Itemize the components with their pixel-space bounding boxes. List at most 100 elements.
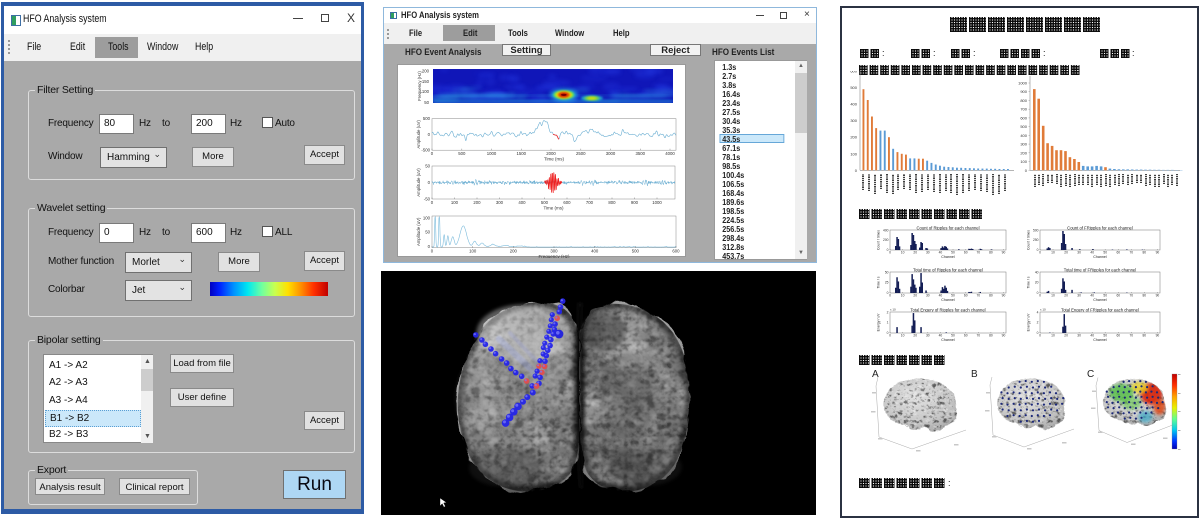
svg-text:50: 50 xyxy=(425,229,430,234)
svg-text:B: B xyxy=(971,369,978,380)
svg-text:Count of Ripples for each chan: Count of Ripples for each channel xyxy=(916,226,979,230)
svg-text:40: 40 xyxy=(1090,294,1094,298)
svg-text:10: 10 xyxy=(1051,294,1055,298)
svg-text:100: 100 xyxy=(423,216,431,221)
svg-text:Total Engery of Ripples for ea: Total Engery of Ripples for each channel xyxy=(910,308,985,312)
svg-text:0: 0 xyxy=(1037,291,1039,295)
svg-text:25: 25 xyxy=(885,281,889,285)
svg-text:400: 400 xyxy=(850,102,857,107)
svg-text:100: 100 xyxy=(451,200,459,205)
svg-text:500: 500 xyxy=(458,151,466,156)
svg-text:250: 250 xyxy=(1033,238,1039,242)
svg-text:1500: 1500 xyxy=(517,151,527,156)
svg-text:3000: 3000 xyxy=(606,151,616,156)
svg-text:90: 90 xyxy=(1002,294,1006,298)
svg-text:700: 700 xyxy=(586,200,594,205)
svg-text:50: 50 xyxy=(424,100,429,105)
svg-text:60: 60 xyxy=(1116,251,1120,255)
svg-text:200: 200 xyxy=(422,69,430,74)
svg-text:3500: 3500 xyxy=(636,151,646,156)
svg-text:30: 30 xyxy=(1077,294,1081,298)
svg-text:300: 300 xyxy=(496,200,504,205)
svg-text:60: 60 xyxy=(1116,334,1120,338)
svg-text:Energy / uV: Energy / uV xyxy=(877,313,881,331)
svg-text:Channel: Channel xyxy=(941,298,955,302)
svg-text:80: 80 xyxy=(989,334,993,338)
svg-text:x 10: x 10 xyxy=(1040,308,1046,312)
svg-text:60: 60 xyxy=(964,334,968,338)
svg-text:Frequency (Hz): Frequency (Hz) xyxy=(417,71,422,101)
svg-text:600: 600 xyxy=(1020,115,1027,120)
svg-text:x 10: x 10 xyxy=(890,308,896,312)
svg-text:2: 2 xyxy=(1037,321,1039,325)
svg-text:100: 100 xyxy=(469,249,477,254)
svg-text:0: 0 xyxy=(887,291,889,295)
svg-text:300: 300 xyxy=(1020,142,1027,147)
svg-text:400: 400 xyxy=(591,249,599,254)
svg-text:1000: 1000 xyxy=(487,151,497,156)
svg-text:C: C xyxy=(1087,369,1094,380)
svg-text:40: 40 xyxy=(939,334,943,338)
svg-text:700: 700 xyxy=(1020,107,1027,112)
svg-text:-500: -500 xyxy=(421,148,430,153)
svg-text:-50: -50 xyxy=(424,197,431,202)
svg-text:50: 50 xyxy=(425,164,430,169)
svg-text:50: 50 xyxy=(951,294,955,298)
svg-text:400: 400 xyxy=(1020,133,1027,138)
svg-text:Time (ms): Time (ms) xyxy=(544,157,565,162)
svg-text:80: 80 xyxy=(1142,251,1146,255)
svg-text:500: 500 xyxy=(423,116,431,121)
svg-text:Total time of FRipples for eac: Total time of FRipples for each channel xyxy=(1064,268,1136,272)
svg-text:Energy / uV: Energy / uV xyxy=(1027,313,1031,331)
svg-text:Channel: Channel xyxy=(1093,298,1107,302)
svg-text:20: 20 xyxy=(1064,251,1068,255)
svg-text:30: 30 xyxy=(1077,334,1081,338)
svg-text:Channel: Channel xyxy=(1093,338,1107,342)
svg-text:400: 400 xyxy=(883,229,889,233)
svg-text:70: 70 xyxy=(1129,294,1133,298)
svg-text:4000: 4000 xyxy=(665,151,675,156)
svg-text:200: 200 xyxy=(883,238,889,242)
svg-text:400: 400 xyxy=(518,200,526,205)
svg-text:Count / times: Count / times xyxy=(877,230,881,250)
svg-text:40: 40 xyxy=(1090,334,1094,338)
svg-text:20: 20 xyxy=(913,251,917,255)
svg-text:900: 900 xyxy=(631,200,639,205)
svg-text:800: 800 xyxy=(608,200,616,205)
svg-text:50: 50 xyxy=(1103,251,1107,255)
svg-text:Amplitude (uV): Amplitude (uV) xyxy=(416,120,421,149)
svg-text:100: 100 xyxy=(422,89,430,94)
svg-text:60: 60 xyxy=(964,294,968,298)
svg-text:Channel: Channel xyxy=(941,338,955,342)
svg-text:0: 0 xyxy=(887,248,889,252)
svg-text:10: 10 xyxy=(1051,334,1055,338)
svg-text:20: 20 xyxy=(913,294,917,298)
svg-text:200: 200 xyxy=(850,135,857,140)
svg-text:0: 0 xyxy=(1037,248,1039,252)
svg-text:0: 0 xyxy=(428,132,431,137)
svg-text:90: 90 xyxy=(1156,334,1160,338)
svg-text:150: 150 xyxy=(422,79,430,84)
svg-text:0: 0 xyxy=(431,151,434,156)
svg-text:40: 40 xyxy=(939,251,943,255)
svg-text:20: 20 xyxy=(913,334,917,338)
svg-text:30: 30 xyxy=(926,294,930,298)
svg-text:20: 20 xyxy=(1064,334,1068,338)
svg-text:60: 60 xyxy=(1116,294,1120,298)
svg-text:100: 100 xyxy=(850,151,857,156)
svg-text:Total time of Ripples for each: Total time of Ripples for each channel xyxy=(913,268,983,272)
svg-text:70: 70 xyxy=(1129,334,1133,338)
svg-text:4: 4 xyxy=(1037,311,1039,315)
svg-text:90: 90 xyxy=(1156,251,1160,255)
svg-text:300: 300 xyxy=(850,118,857,123)
svg-text:30: 30 xyxy=(926,334,930,338)
svg-text:0: 0 xyxy=(428,180,431,185)
svg-text:200: 200 xyxy=(510,249,518,254)
svg-text:50: 50 xyxy=(1103,334,1107,338)
svg-text:600: 600 xyxy=(563,200,571,205)
svg-text:10: 10 xyxy=(901,334,905,338)
svg-text:10: 10 xyxy=(901,294,905,298)
svg-text:Frequency (Hz): Frequency (Hz) xyxy=(538,254,570,258)
svg-text:1000: 1000 xyxy=(1018,81,1028,86)
svg-text:0: 0 xyxy=(1039,251,1041,255)
